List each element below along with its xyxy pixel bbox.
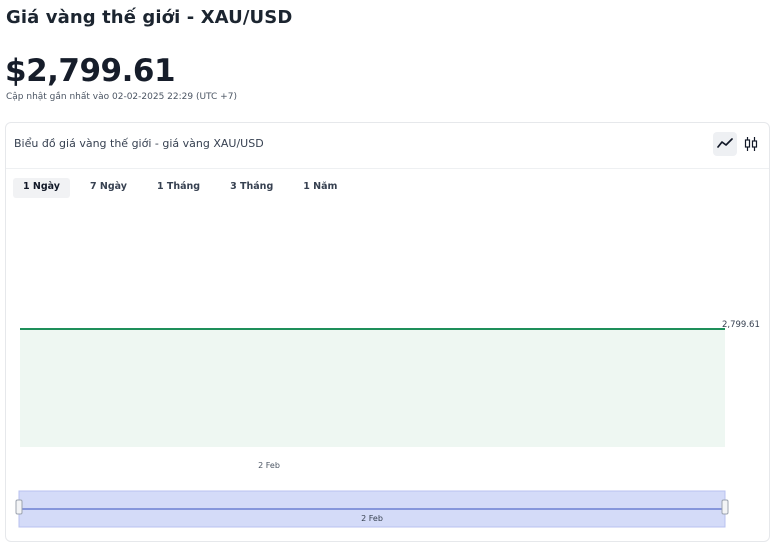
last-value-label: 2,799.61 (722, 320, 760, 330)
navigator-left-handle[interactable] (15, 499, 23, 515)
navigator-label: 2 Feb (361, 514, 383, 523)
x-axis-tick-label: 2 Feb (258, 461, 280, 470)
area-fill (20, 329, 725, 447)
price-chart: 2,799.61 2 Feb 2 Feb (15, 320, 760, 528)
navigator-right-handle[interactable] (721, 499, 729, 515)
